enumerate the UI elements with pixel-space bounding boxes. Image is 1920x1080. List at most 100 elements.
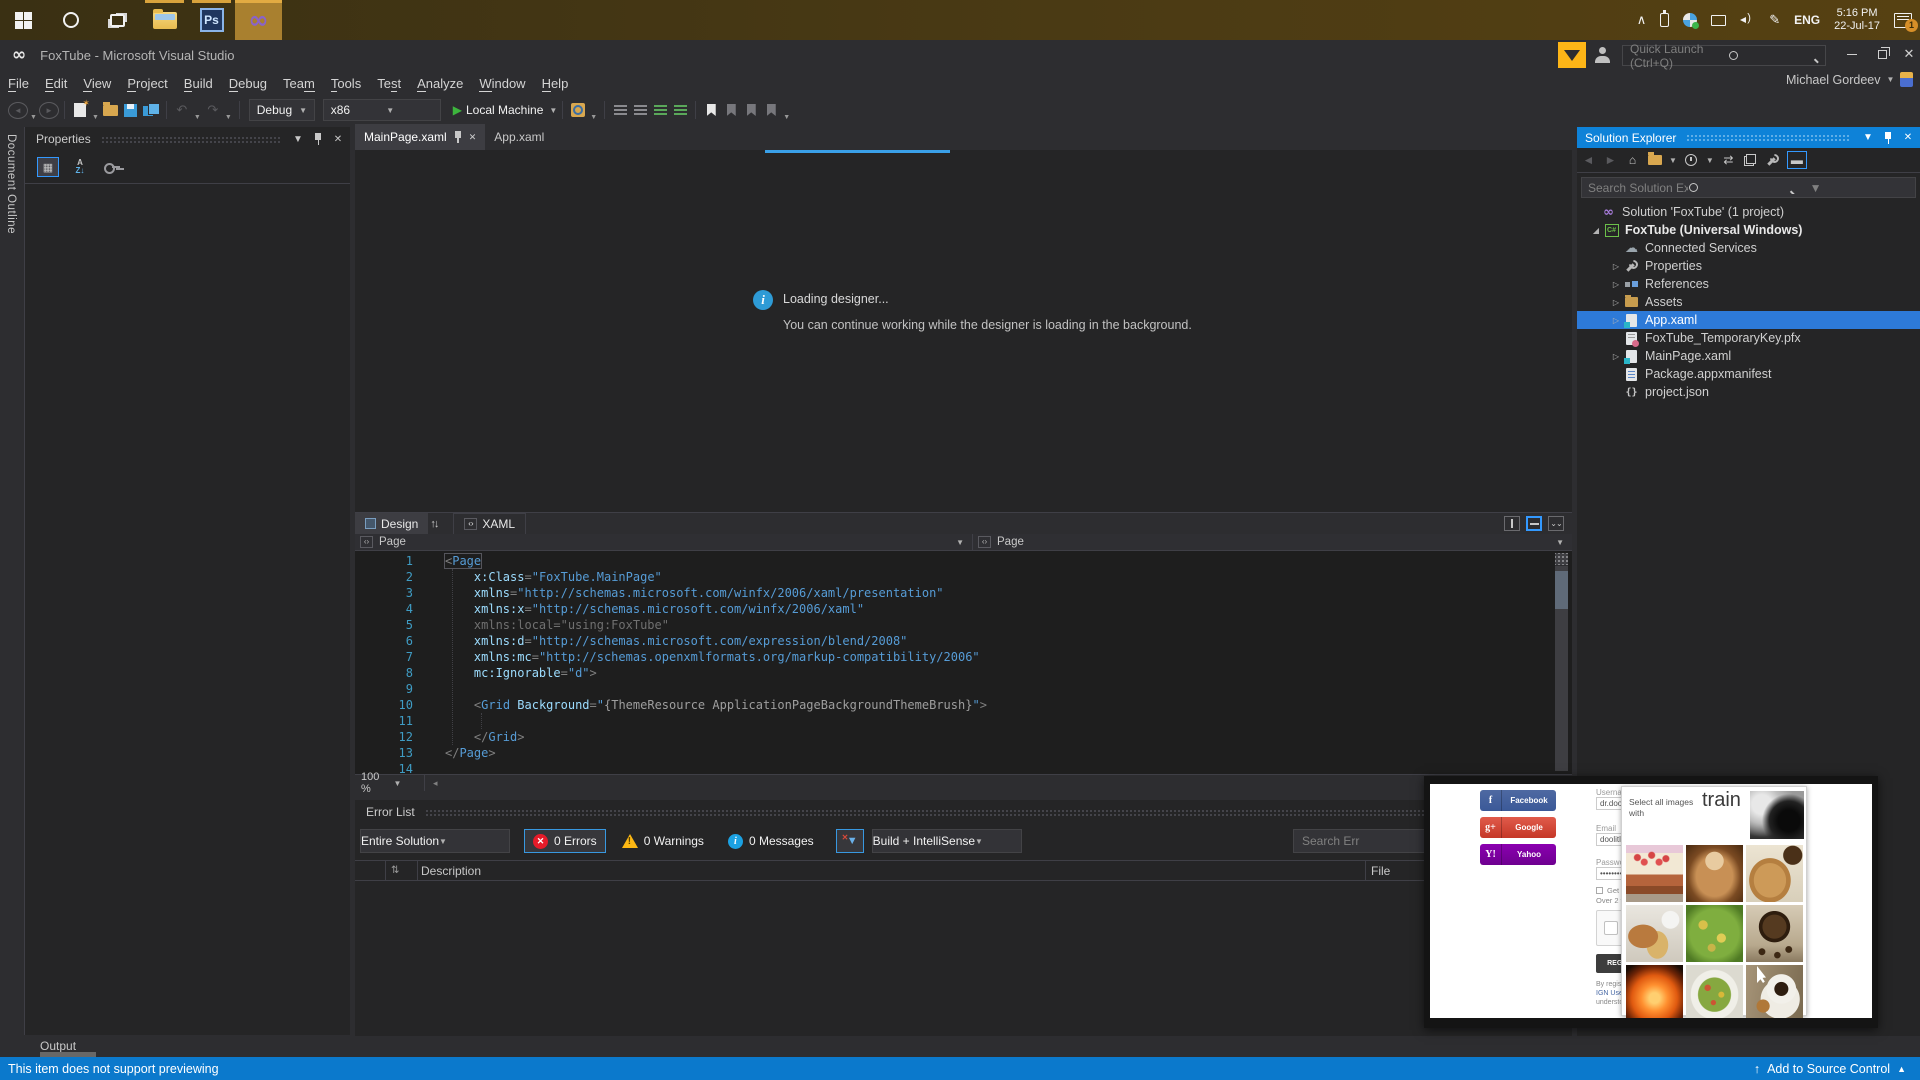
minimize-button[interactable] bbox=[1838, 40, 1866, 68]
taskbar-start-icon[interactable] bbox=[0, 0, 47, 40]
find-in-files-icon[interactable] bbox=[568, 99, 588, 121]
expand-arrow-icon[interactable]: ▷ bbox=[1608, 316, 1624, 325]
comment-code-icon[interactable] bbox=[610, 99, 630, 121]
hscroll-left-arrow[interactable]: ◂ bbox=[425, 778, 446, 789]
tree-item-project-json[interactable]: {} project.json bbox=[1577, 383, 1920, 401]
se-refresh-icon[interactable]: ⇄ bbox=[1721, 151, 1736, 169]
filter-button[interactable] bbox=[835, 829, 864, 853]
tree-item-assets[interactable]: ▷ Assets bbox=[1577, 293, 1920, 311]
dropdown-caret-icon[interactable]: ▼ bbox=[90, 114, 101, 121]
captcha-image-coffee-cup[interactable] bbox=[1746, 965, 1803, 1018]
pin-icon[interactable] bbox=[310, 131, 326, 147]
captcha-image-walnut-salad[interactable] bbox=[1686, 905, 1743, 962]
taskbar-file-explorer-icon[interactable] bbox=[141, 0, 188, 40]
se-collapse-all-icon[interactable] bbox=[1743, 151, 1758, 169]
captcha-image-strawberry-cake[interactable] bbox=[1626, 845, 1683, 902]
yahoo-login-button[interactable]: Y! Yahoo bbox=[1480, 844, 1556, 865]
expand-arrow-icon[interactable]: ▷ bbox=[1608, 262, 1624, 271]
toggle-bookmark-icon[interactable] bbox=[701, 99, 721, 121]
se-pending-changes-icon[interactable] bbox=[1684, 151, 1699, 169]
tab-app-xaml[interactable]: App.xaml bbox=[485, 124, 553, 150]
error-list-header[interactable]: Error List bbox=[355, 800, 1572, 824]
messages-filter-button[interactable]: i 0 Messages bbox=[720, 829, 822, 853]
dropdown-caret-icon[interactable]: ▼ bbox=[588, 114, 599, 121]
dropdown-caret-icon[interactable]: ▼ bbox=[192, 114, 203, 121]
floating-video-window[interactable]: f Facebook g+ Google Y! Yahoo Userna dr.dool … bbox=[1424, 776, 1878, 1028]
close-icon[interactable]: ✕ bbox=[469, 132, 477, 143]
taskbar-visual-studio-icon[interactable]: ∞ bbox=[235, 0, 282, 40]
menu-test[interactable]: Test bbox=[369, 73, 409, 94]
add-to-source-control-button[interactable]: ↑ Add to Source Control ▲ bbox=[1754, 1062, 1906, 1076]
menu-view[interactable]: View bbox=[75, 73, 119, 94]
captcha-image-pancakes[interactable] bbox=[1746, 845, 1803, 902]
captcha-image-coffee-beans[interactable] bbox=[1746, 905, 1803, 962]
pin-icon[interactable] bbox=[1880, 130, 1896, 146]
menu-tools[interactable]: Tools bbox=[323, 73, 369, 94]
xaml-code-editor[interactable]: 1 <Page 2 x:Class="FoxTube.MainPage" 3 xmln… bbox=[355, 551, 1572, 774]
tree-item-package-appxmanifest[interactable]: Package.appxmanifest bbox=[1577, 365, 1920, 383]
menu-project[interactable]: Project bbox=[119, 73, 175, 94]
config-dropdown[interactable]: Debug ▼ bbox=[248, 99, 315, 121]
alphabetical-button[interactable]: A Z↓ bbox=[69, 157, 91, 177]
action-center-icon[interactable]: 1 bbox=[1894, 12, 1918, 32]
tab-mainpage-xaml[interactable]: MainPage.xaml ✕ bbox=[355, 124, 486, 150]
se-sync-icon[interactable] bbox=[1647, 151, 1662, 169]
start-debugging-button[interactable]: ▶ Local Machine ▼ bbox=[445, 99, 558, 121]
google-login-button[interactable]: g+ Google bbox=[1480, 817, 1556, 838]
solution-explorer-header[interactable]: Solution Explorer ▼ ✕ bbox=[1577, 127, 1920, 148]
close-button[interactable]: ✕ bbox=[1898, 40, 1920, 68]
tab-design[interactable]: Design bbox=[355, 513, 429, 534]
expand-arrow-icon[interactable]: ▷ bbox=[1608, 298, 1624, 307]
categorized-button[interactable]: ▦ bbox=[37, 157, 59, 177]
tree-item-connected-services[interactable]: ☁ Connected Services bbox=[1577, 239, 1920, 257]
captcha-image-fire-bowl[interactable] bbox=[1626, 965, 1683, 1018]
vertical-split-button[interactable] bbox=[1504, 516, 1520, 531]
pin-icon[interactable] bbox=[454, 131, 462, 143]
facebook-login-button[interactable]: f Facebook bbox=[1480, 790, 1556, 811]
menu-analyze[interactable]: Analyze bbox=[409, 73, 471, 94]
scope-dropdown[interactable]: Entire Solution ▼ bbox=[360, 829, 510, 853]
taskbar-photoshop-icon[interactable]: Ps bbox=[188, 0, 235, 40]
collapse-arrow-icon[interactable]: ◢ bbox=[1588, 226, 1604, 235]
close-icon[interactable]: ✕ bbox=[1900, 130, 1916, 146]
tree-item-foxtube-universal-windows-[interactable]: ◢ C# FoxTube (Universal Windows) bbox=[1577, 221, 1920, 239]
decrease-indent-icon[interactable] bbox=[650, 99, 670, 121]
splitter-grip[interactable] bbox=[1555, 553, 1568, 566]
warnings-filter-button[interactable]: 0 Warnings bbox=[614, 829, 712, 853]
menu-edit[interactable]: Edit bbox=[37, 73, 75, 94]
tree-item-foxtube-temporarykey-pfx[interactable]: FoxTube_TemporaryKey.pfx bbox=[1577, 329, 1920, 347]
se-properties-icon[interactable] bbox=[1765, 151, 1780, 169]
tree-item-mainpage-xaml[interactable]: ▷ MainPage.xaml bbox=[1577, 347, 1920, 365]
solution-explorer-search-input[interactable]: Search Solution Explorer (Ctrl+;) ▼ bbox=[1581, 177, 1916, 198]
se-home-icon[interactable]: ⌂ bbox=[1625, 151, 1640, 169]
breadcrumb-left-pane[interactable]: ‹› Page ▼ bbox=[355, 534, 973, 550]
scrollbar-thumb[interactable] bbox=[1555, 571, 1568, 609]
feedback-flag-button[interactable] bbox=[1558, 42, 1586, 68]
captcha-image-breakfast-plate[interactable] bbox=[1626, 905, 1683, 962]
menu-build[interactable]: Build bbox=[176, 73, 221, 94]
sort-order-icon[interactable]: ⇅ bbox=[391, 865, 399, 876]
dropdown-caret-icon[interactable]: ▼ bbox=[28, 114, 39, 121]
sign-in-person-icon[interactable] bbox=[1594, 47, 1610, 63]
taskbar-task-view-icon[interactable] bbox=[94, 0, 141, 40]
xaml-designer-surface[interactable]: i Loading designer... You can continue w… bbox=[355, 150, 1572, 512]
horizontal-split-button[interactable] bbox=[1526, 516, 1542, 531]
menu-window[interactable]: Window bbox=[471, 73, 533, 94]
menu-help[interactable]: Help bbox=[534, 73, 577, 94]
zoom-level-dropdown[interactable]: 100 % ▼ bbox=[355, 771, 425, 795]
expand-arrow-icon[interactable]: ▷ bbox=[1608, 280, 1624, 289]
tray-chevron-up-icon[interactable]: ∧ bbox=[1637, 12, 1647, 28]
dropdown-caret-icon[interactable]: ▼ bbox=[781, 114, 792, 121]
captcha-image-salad-plate[interactable] bbox=[1686, 965, 1743, 1018]
breadcrumb-right-pane[interactable]: ‹› Page ▼ bbox=[973, 534, 1572, 550]
new-item-icon[interactable] bbox=[70, 98, 90, 121]
close-icon[interactable]: ✕ bbox=[330, 131, 346, 147]
tree-item-properties[interactable]: ▷ Properties bbox=[1577, 257, 1920, 275]
tab-xaml[interactable]: ‹› XAML bbox=[453, 513, 527, 534]
swap-panes-icon[interactable]: ↑↓ bbox=[428, 518, 439, 530]
increase-indent-icon[interactable] bbox=[670, 99, 690, 121]
newsletter-checkbox[interactable] bbox=[1596, 887, 1603, 894]
properties-panel-header[interactable]: Properties ▼ ✕ bbox=[25, 127, 350, 151]
menu-file[interactable]: File bbox=[0, 73, 37, 94]
window-position-icon[interactable]: ▼ bbox=[290, 131, 306, 147]
